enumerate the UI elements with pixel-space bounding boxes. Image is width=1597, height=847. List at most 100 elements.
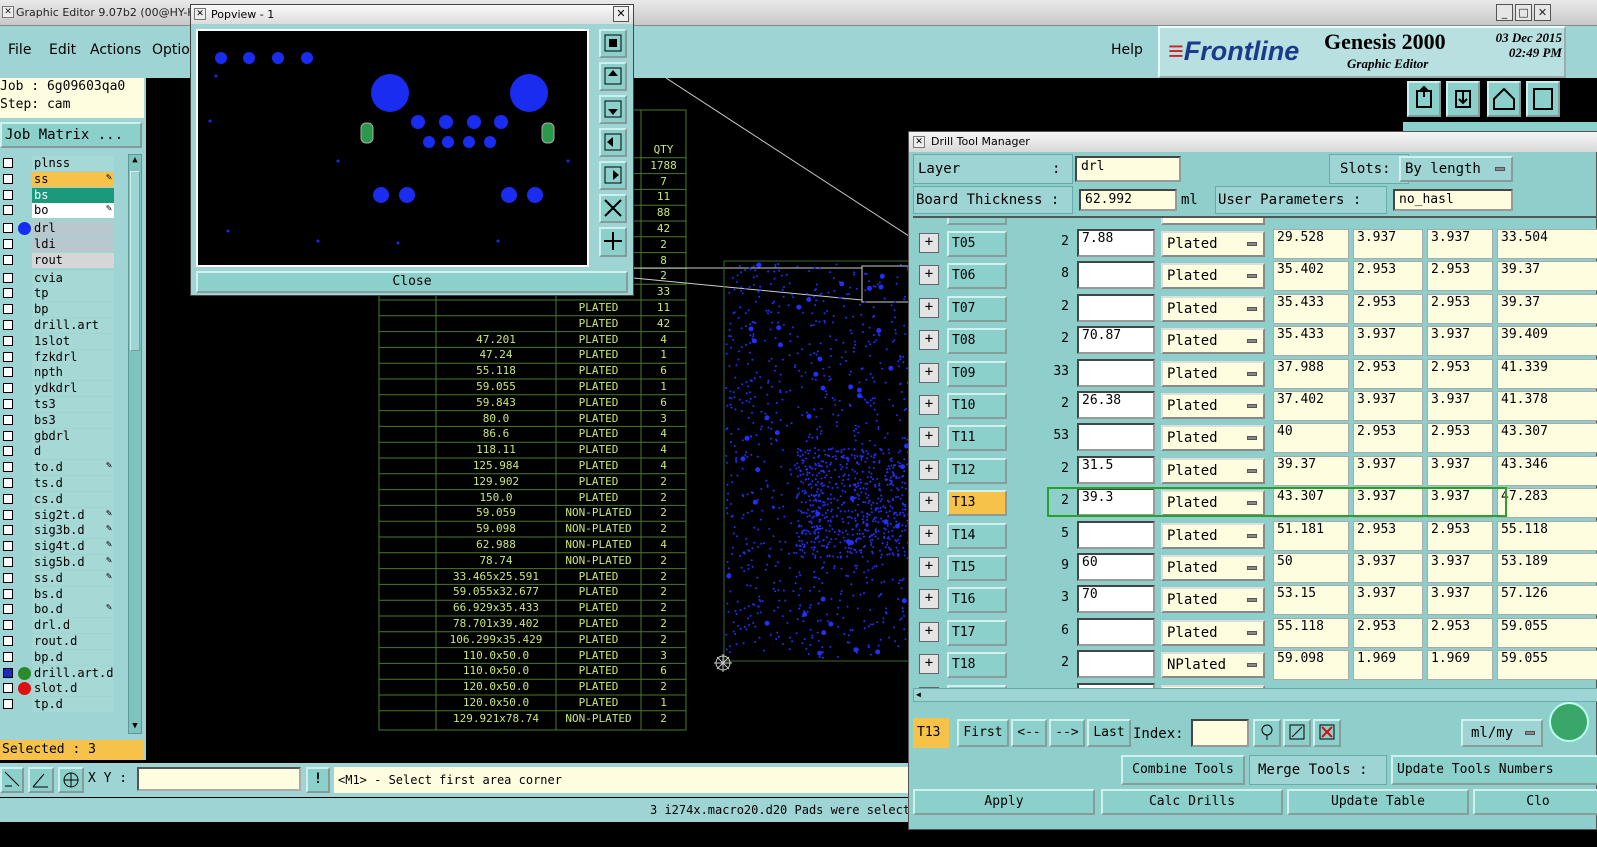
type-dropdown[interactable]: Plated bbox=[1161, 360, 1265, 387]
tool-name[interactable]: T12 bbox=[947, 457, 1007, 484]
layer-name[interactable]: ts3 bbox=[32, 397, 114, 412]
layer-checkbox[interactable] bbox=[3, 604, 13, 615]
size-cell[interactable]: 2.953 bbox=[1427, 520, 1493, 551]
layer-checkbox[interactable] bbox=[3, 173, 13, 184]
home-icon[interactable] bbox=[1487, 81, 1521, 117]
layer-name[interactable]: bo.d bbox=[32, 602, 114, 618]
size-cell[interactable]: 41.339 bbox=[1497, 358, 1597, 389]
type-dropdown[interactable]: Plated bbox=[1161, 295, 1265, 322]
tool-row[interactable]: + T13 2 39.3 Plated 43.307 3.937 3.937 47.283 bbox=[917, 487, 1597, 519]
layer-row[interactable]: bs.d bbox=[0, 586, 116, 602]
layer-row[interactable]: bp.d bbox=[0, 649, 116, 665]
size-cell[interactable]: 39.37 bbox=[1497, 293, 1597, 324]
pan-down-icon[interactable] bbox=[599, 95, 627, 124]
update-tools-numbers-button[interactable]: Update Tools Numbers bbox=[1391, 755, 1597, 785]
zoom-out-icon[interactable] bbox=[599, 227, 627, 257]
layer-row[interactable]: rout bbox=[0, 252, 116, 268]
layer-checkbox[interactable] bbox=[3, 223, 13, 234]
size-cell[interactable]: 3.937 bbox=[1427, 391, 1493, 421]
layer-name[interactable]: rout.d bbox=[32, 634, 114, 649]
last-button[interactable]: Last bbox=[1087, 719, 1131, 747]
layer-row[interactable]: tp bbox=[0, 286, 116, 302]
size-cell[interactable]: 3.937 bbox=[1353, 585, 1423, 616]
size-cell[interactable]: 37.402 bbox=[1273, 391, 1349, 421]
size-cell[interactable]: 39.37 bbox=[1497, 261, 1597, 292]
index-field[interactable] bbox=[1191, 719, 1249, 747]
size-cell[interactable]: 3.937 bbox=[1353, 455, 1423, 486]
type-dropdown[interactable]: Plated bbox=[1161, 619, 1265, 646]
tool-name[interactable]: T07 bbox=[947, 295, 1007, 322]
layer-checkbox[interactable] bbox=[3, 588, 13, 599]
layer-checkbox[interactable] bbox=[3, 572, 13, 583]
size-cell[interactable]: 3.937 bbox=[1427, 326, 1493, 357]
layer-checkbox[interactable] bbox=[3, 478, 13, 488]
layer-name[interactable]: ss.d bbox=[32, 570, 114, 586]
expand-icon[interactable]: + bbox=[919, 265, 939, 286]
zoom-fit-icon[interactable] bbox=[599, 29, 627, 58]
delete-icon[interactable] bbox=[1313, 719, 1341, 747]
layer-checkbox[interactable] bbox=[3, 667, 13, 678]
layer-row[interactable]: bp bbox=[0, 302, 116, 318]
size-cell[interactable]: 41.378 bbox=[1497, 391, 1597, 421]
maximize-icon[interactable]: □ bbox=[1515, 4, 1532, 21]
tool-name[interactable]: T17 bbox=[947, 619, 1007, 646]
layer-checkbox[interactable] bbox=[3, 320, 13, 330]
layer-name[interactable]: to.d bbox=[32, 460, 114, 476]
size-cell[interactable]: 2.953 bbox=[1353, 261, 1423, 292]
type-dropdown[interactable]: Plated bbox=[1161, 587, 1265, 614]
size-cell[interactable]: 3.937 bbox=[1353, 391, 1423, 421]
type-dropdown[interactable]: Plated bbox=[1161, 231, 1265, 257]
layer-field[interactable]: drl bbox=[1075, 156, 1181, 182]
size-cell[interactable]: 50 bbox=[1273, 553, 1349, 583]
popview-close-icon[interactable]: ✕ bbox=[613, 6, 629, 22]
expand-icon[interactable]: + bbox=[919, 589, 939, 610]
layer-row[interactable]: slot.d bbox=[0, 681, 116, 697]
size-cell[interactable]: 2.953 bbox=[1353, 293, 1423, 324]
find-icon[interactable] bbox=[1253, 719, 1281, 747]
tool-row[interactable]: + T18 2 NPlated 59.098 1.969 1.969 59.055 bbox=[917, 649, 1597, 681]
layer-row[interactable]: rout.d bbox=[0, 634, 116, 649]
layer-name[interactable]: drl bbox=[32, 221, 114, 237]
tool-row[interactable]: + T11 53 Plated 40 2.953 2.953 43.307 bbox=[917, 422, 1597, 454]
layer-checkbox[interactable] bbox=[3, 288, 13, 299]
layer-checkbox[interactable] bbox=[3, 399, 13, 409]
expand-icon[interactable]: + bbox=[919, 654, 939, 675]
type-dropdown[interactable]: Plated bbox=[1161, 393, 1265, 419]
layer-name[interactable]: tp.d bbox=[32, 697, 114, 713]
layer-name[interactable]: npth bbox=[32, 365, 114, 381]
layer-row[interactable]: sig4t.d ✎ bbox=[0, 539, 116, 555]
layer-name[interactable]: 1slot bbox=[32, 333, 114, 349]
layer-row[interactable]: bs3 bbox=[0, 412, 116, 428]
tool-name[interactable]: T11 bbox=[947, 425, 1007, 452]
finish-size-field[interactable] bbox=[1077, 520, 1155, 549]
next-button[interactable]: --> bbox=[1049, 719, 1085, 747]
type-dropdown[interactable]: Plated bbox=[1161, 522, 1265, 549]
layer-row[interactable]: cs.d bbox=[0, 491, 116, 507]
layer-checkbox[interactable] bbox=[3, 651, 13, 662]
expand-icon[interactable]: + bbox=[919, 233, 939, 253]
finish-size-field[interactable]: 70.87 bbox=[1077, 326, 1155, 355]
layer-checkbox[interactable] bbox=[3, 205, 13, 216]
expand-icon[interactable]: + bbox=[919, 492, 939, 513]
type-dropdown[interactable]: Plated bbox=[1161, 555, 1265, 581]
combine-tools-button[interactable]: Combine Tools bbox=[1121, 755, 1245, 785]
layer-checkbox[interactable] bbox=[3, 335, 13, 346]
job-matrix-button[interactable]: Job Matrix ... bbox=[0, 122, 142, 148]
layer-checkbox[interactable] bbox=[3, 557, 13, 567]
layer-row[interactable]: bo ✎ bbox=[0, 203, 116, 219]
size-cell[interactable]: 43.307 bbox=[1497, 423, 1597, 454]
layer-name[interactable]: bo bbox=[32, 203, 114, 219]
size-cell[interactable]: 51.181 bbox=[1273, 520, 1349, 551]
zoom-in-icon[interactable] bbox=[599, 194, 627, 223]
finish-size-field[interactable]: 70 bbox=[1077, 585, 1155, 614]
menu-actions[interactable]: Actions bbox=[90, 42, 141, 58]
tool-row[interactable]: + T05 2 7.88 Plated 29.528 3.937 3.937 33.504 bbox=[917, 228, 1597, 260]
size-cell[interactable]: 3.937 bbox=[1427, 585, 1493, 616]
size-cell[interactable]: 33.504 bbox=[1497, 229, 1597, 259]
layer-name[interactable]: cs.d bbox=[32, 491, 114, 507]
size-cell[interactable]: 35.402 bbox=[1273, 261, 1349, 292]
measure-icon[interactable] bbox=[0, 767, 24, 793]
tool-row[interactable]: + T09 33 Plated 37.988 2.953 2.953 41.339 bbox=[917, 358, 1597, 390]
layer-name[interactable]: rout bbox=[32, 252, 114, 268]
tool-row[interactable]: + T14 5 Plated 51.181 2.953 2.953 55.118 bbox=[917, 520, 1597, 552]
